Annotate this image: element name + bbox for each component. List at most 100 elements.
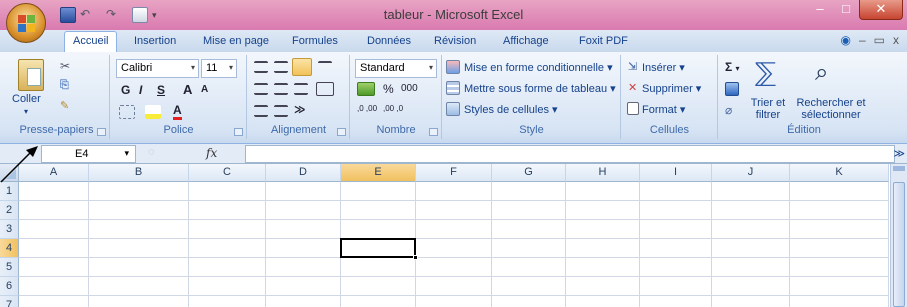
clear-icon[interactable]: ⌀	[725, 103, 732, 117]
column-header-j[interactable]: J	[712, 164, 790, 182]
minimize-button[interactable]: –	[807, 0, 833, 20]
tab-mise-en-page[interactable]: Mise en page	[203, 35, 269, 47]
tab-donnees[interactable]: Données	[367, 35, 411, 47]
row-header-5[interactable]: 5	[0, 258, 19, 277]
column-header-k[interactable]: K	[790, 164, 889, 182]
increase-indent-icon[interactable]	[274, 105, 288, 117]
paste-button[interactable]: Coller	[12, 93, 41, 105]
align-top-icon[interactable]	[254, 61, 268, 73]
align-right-icon[interactable]	[294, 83, 308, 95]
percent-button[interactable]: %	[383, 82, 394, 96]
close-button[interactable]: ✕	[859, 0, 903, 20]
align-bottom-icon[interactable]	[292, 58, 312, 76]
format-painter-icon[interactable]: ✎	[60, 99, 69, 112]
number-format-combo[interactable]: Standard ▾	[355, 59, 437, 78]
name-box[interactable]: E4 ▾	[41, 145, 136, 163]
alignment-launcher-icon[interactable]	[337, 128, 346, 136]
clipboard-launcher-icon[interactable]	[97, 128, 106, 136]
decrease-indent-icon[interactable]	[254, 105, 268, 117]
orientation-icon[interactable]	[318, 61, 332, 73]
sort-filter-button[interactable]: Trier et filtrer	[747, 97, 789, 121]
column-header-h[interactable]: H	[566, 164, 640, 182]
ribbon-minimize-icon[interactable]: –	[859, 33, 866, 47]
fill-icon[interactable]	[725, 82, 739, 96]
cell-styles-button[interactable]: Styles de cellules ▾	[464, 103, 558, 116]
thousands-separator-button[interactable]: 000	[401, 83, 418, 94]
fx-button[interactable]: fx	[206, 146, 217, 160]
align-center-icon[interactable]	[274, 83, 288, 95]
copy-icon[interactable]: ⎘	[60, 79, 69, 92]
font-size-combo[interactable]: 11 ▾	[201, 59, 237, 78]
grow-font-button[interactable]: A	[183, 82, 192, 97]
gridline	[19, 295, 889, 296]
align-middle-icon[interactable]	[274, 61, 288, 73]
insert-cells-button[interactable]: Insérer ▾	[642, 61, 685, 74]
tab-affichage[interactable]: Affichage	[503, 35, 549, 47]
accounting-format-icon[interactable]	[357, 82, 375, 96]
help-icon[interactable]: ◉	[840, 33, 850, 47]
expand-formula-bar-icon[interactable]: ≫	[893, 147, 905, 160]
fill-handle[interactable]	[413, 255, 418, 260]
column-header-f[interactable]: F	[416, 164, 492, 182]
delete-cells-button[interactable]: Supprimer ▾	[642, 82, 701, 95]
align-left-icon[interactable]	[254, 83, 268, 95]
window-title: tableur - Microsoft Excel	[383, 7, 524, 22]
column-header-c[interactable]: C	[189, 164, 266, 182]
workbook-close-icon[interactable]: x	[893, 33, 899, 47]
wrap-text-icon[interactable]: ≫	[294, 103, 306, 116]
column-header-b[interactable]: B	[89, 164, 189, 182]
borders-icon[interactable]	[119, 105, 135, 119]
tab-foxit-pdf[interactable]: Foxit PDF	[579, 35, 628, 47]
number-launcher-icon[interactable]	[429, 128, 438, 136]
merge-center-icon[interactable]	[316, 82, 334, 96]
column-header-e[interactable]: E	[341, 164, 416, 182]
office-button[interactable]	[6, 3, 46, 43]
row-header-2[interactable]: 2	[0, 201, 19, 220]
split-box[interactable]	[893, 166, 905, 171]
find-select-button[interactable]: Rechercher et sélectionner	[791, 97, 871, 121]
scroll-thumb[interactable]	[893, 182, 905, 307]
decrease-decimal-button[interactable]: ,00 ,0	[383, 105, 405, 113]
tab-insertion[interactable]: Insertion	[134, 35, 176, 47]
cancel-entry-icon: ◌	[148, 146, 155, 158]
increase-decimal-button[interactable]: ,0 ,00	[357, 105, 379, 113]
row-header-4[interactable]: 4	[0, 239, 19, 258]
format-as-table-button[interactable]: Mettre sous forme de tableau ▾	[464, 82, 616, 95]
conditional-formatting-button[interactable]: Mise en forme conditionnelle ▾	[464, 61, 613, 74]
worksheet-grid[interactable]: ABCDEFGHIJK1234567	[0, 164, 907, 307]
column-header-d[interactable]: D	[266, 164, 341, 182]
paste-icon[interactable]	[18, 59, 44, 91]
tab-revision[interactable]: Révision	[434, 35, 476, 47]
row-header-7[interactable]: 7	[0, 296, 19, 307]
active-cell[interactable]	[340, 238, 416, 258]
bold-button[interactable]: G	[121, 83, 130, 97]
formula-input[interactable]	[245, 145, 895, 163]
row-header-3[interactable]: 3	[0, 220, 19, 239]
vertical-scrollbar[interactable]	[890, 164, 907, 307]
tab-formules[interactable]: Formules	[292, 35, 338, 47]
ribbon-restore-icon[interactable]: ▭	[874, 33, 885, 47]
font-launcher-icon[interactable]	[234, 128, 243, 136]
fill-color-icon[interactable]	[145, 105, 161, 119]
cells-group-label: Cellules	[649, 124, 690, 136]
maximize-button[interactable]: □	[833, 0, 859, 20]
alignment-group-label: Alignement	[270, 124, 327, 136]
cell-styles-icon	[446, 102, 460, 116]
shrink-font-button[interactable]: A	[201, 84, 208, 95]
tab-accueil[interactable]: Accueil	[64, 31, 118, 53]
autosum-button[interactable]: Σ ▾	[725, 60, 740, 74]
font-color-button[interactable]: A	[173, 103, 182, 120]
cut-icon[interactable]: ✂	[60, 59, 70, 73]
column-header-i[interactable]: I	[640, 164, 712, 182]
italic-button[interactable]: I	[139, 83, 142, 97]
row-header-6[interactable]: 6	[0, 277, 19, 296]
formula-bar: E4 ▾ ◌ fx ≫	[0, 144, 907, 164]
format-as-table-label: Mettre sous forme de tableau	[464, 83, 608, 95]
paste-dropdown-icon[interactable]: ▾	[24, 107, 28, 116]
column-header-g[interactable]: G	[492, 164, 566, 182]
row-header-1[interactable]: 1	[0, 182, 19, 201]
underline-button[interactable]: S	[157, 83, 165, 97]
group-cells: ⇲ Insérer ▾ ✕ Supprimer ▾ Format ▾ Cellu…	[622, 55, 718, 139]
format-cells-button[interactable]: Format ▾	[642, 103, 685, 116]
font-name-combo[interactable]: Calibri ▾	[116, 59, 199, 78]
